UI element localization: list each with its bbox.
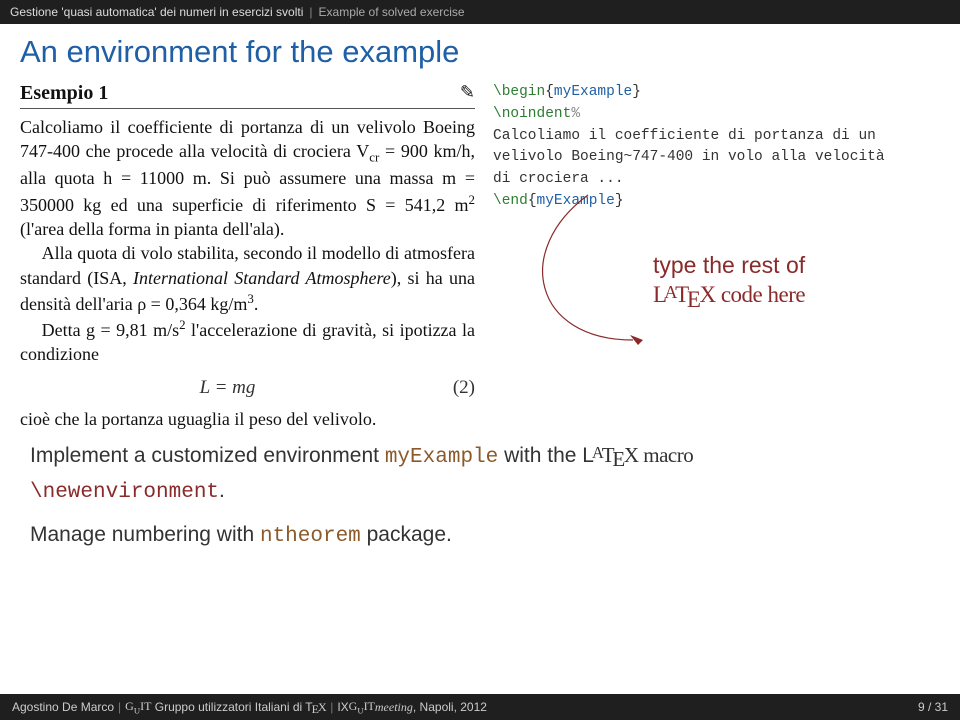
- example-panel: Esempio 1 ✎ Calcoliamo il coefficiente d…: [20, 82, 475, 431]
- crumb-part2: Example of solved exercise: [319, 5, 465, 19]
- example-rule: [20, 108, 475, 109]
- crumb-sep: |: [309, 5, 312, 19]
- annotation-text: type the rest of LATEX code here: [653, 251, 940, 311]
- equation-number: (2): [435, 377, 475, 399]
- example-body: Calcoliamo il coefficiente di portanza d…: [20, 115, 475, 367]
- footer-bar: Agostino De Marco | GUIT Gruppo utilizza…: [0, 694, 960, 720]
- crumb-part1: Gestione 'quasi automatica' dei numeri i…: [10, 5, 303, 19]
- lower-instructions: Implement a customized environment myExa…: [0, 431, 960, 554]
- instruction-1: Implement a customized environment myExa…: [30, 439, 930, 509]
- code-panel: \begin{myExample} \noindent% Calcoliamo …: [475, 82, 940, 431]
- pencil-icon: ✎: [460, 82, 475, 105]
- equation-line: L = mg (2): [20, 377, 475, 399]
- example-after-eq: cioè che la portanza uguaglia il peso de…: [20, 407, 475, 431]
- equation: L = mg: [20, 377, 435, 399]
- footer-author: Agostino De Marco: [12, 700, 114, 714]
- page-number: 9 / 31: [918, 700, 948, 714]
- instruction-2: Manage numbering with ntheorem package.: [30, 519, 930, 554]
- top-breadcrumb: Gestione 'quasi automatica' dei numeri i…: [0, 0, 960, 24]
- page-title: An environment for the example: [20, 34, 960, 70]
- example-label: Esempio 1: [20, 82, 108, 105]
- annotation-arrow: [483, 190, 663, 410]
